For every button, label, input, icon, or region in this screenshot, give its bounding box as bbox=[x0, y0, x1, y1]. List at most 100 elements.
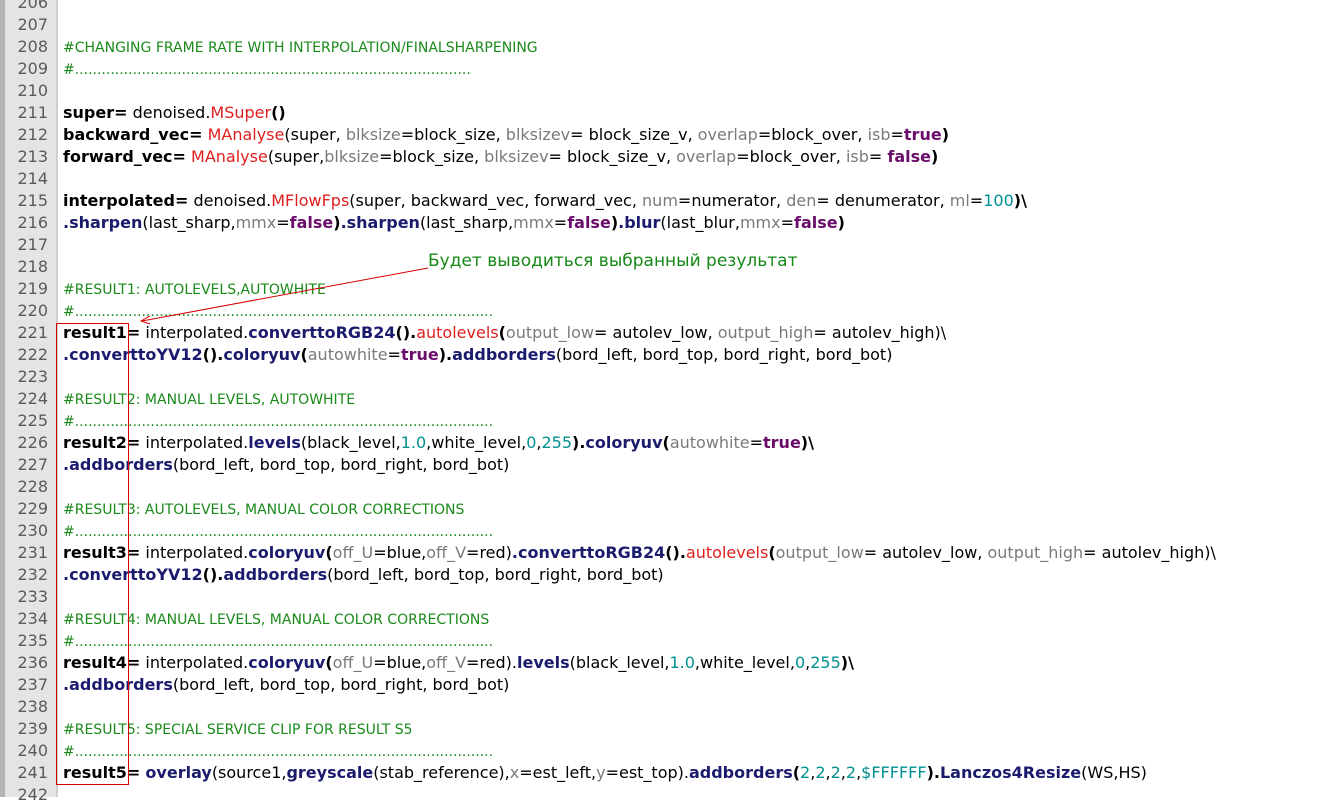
code-line[interactable]: 233 bbox=[0, 586, 1335, 608]
code-token: off_V bbox=[426, 543, 467, 562]
code-line[interactable]: 232 .converttoYV12().addborders(bord_left… bbox=[0, 564, 1335, 586]
code-line[interactable]: 237 .addborders(bord_left, bord_top, bord… bbox=[0, 674, 1335, 696]
code-token: isb bbox=[845, 147, 869, 166]
code-token: = bbox=[890, 125, 904, 144]
line-number: 230 bbox=[17, 521, 48, 540]
code-line[interactable]: 238 bbox=[0, 696, 1335, 718]
code-line[interactable]: 236 result4= interpolated.coloryuv(off_U=… bbox=[0, 652, 1335, 674]
code-token: addborders bbox=[223, 565, 328, 584]
code-token: mmx bbox=[235, 213, 277, 232]
code-line[interactable]: 231 result3= interpolated.coloryuv(off_U=… bbox=[0, 542, 1335, 564]
code-token: 1.0 bbox=[400, 433, 427, 452]
code-token: = denumerator, bbox=[816, 191, 950, 210]
code-line[interactable]: 207 bbox=[0, 14, 1335, 36]
code-token: )\ bbox=[800, 433, 814, 452]
line-number: 208 bbox=[17, 37, 48, 56]
line-number: 228 bbox=[17, 477, 48, 496]
code-line[interactable]: 214 bbox=[0, 168, 1335, 190]
code-text: super= denoised.MSuper() bbox=[63, 102, 286, 124]
code-token: greyscale bbox=[286, 763, 374, 782]
code-line[interactable]: 215 interpolated= denoised.MFlowFps(super… bbox=[0, 190, 1335, 212]
code-token: interpolated= bbox=[63, 191, 189, 210]
code-line[interactable]: 225 #....................................… bbox=[0, 410, 1335, 432]
code-token: (super, bbox=[284, 125, 346, 144]
code-token: Lanczos4Resize bbox=[939, 763, 1082, 782]
code-line[interactable]: 224 #RESULT2: MANUAL LEVELS, AUTOWHITE bbox=[0, 388, 1335, 410]
code-token: interpolated. bbox=[140, 653, 249, 672]
code-token: ). bbox=[438, 345, 453, 364]
code-token: backward_vec= bbox=[63, 125, 203, 144]
code-token: =est_top). bbox=[605, 763, 689, 782]
code-line[interactable]: 226 result2= interpolated.levels(black_le… bbox=[0, 432, 1335, 454]
code-token: autowhite bbox=[669, 433, 750, 452]
code-line[interactable]: 219 #RESULT1: AUTOLEVELS,AUTOWHITE bbox=[0, 278, 1335, 300]
code-text: result1= interpolated.converttoRGB24().a… bbox=[63, 322, 946, 344]
code-line[interactable]: 234 #RESULT4: MANUAL LEVELS, MANUAL COLOR… bbox=[0, 608, 1335, 630]
code-token: = autolev_high)\ bbox=[1083, 543, 1216, 562]
code-token: ). bbox=[572, 433, 586, 452]
code-token: (super, bbox=[267, 147, 325, 166]
code-token: ,white_level, bbox=[694, 653, 795, 672]
code-token: output_low bbox=[775, 543, 864, 562]
code-token: = block_size_v, bbox=[548, 147, 677, 166]
code-comment: #CHANGING FRAME RATE WITH INTERPOLATION/… bbox=[63, 40, 538, 56]
code-text: #RESULT3: AUTOLEVELS, MANUAL COLOR CORRE… bbox=[63, 498, 464, 521]
code-token: = bbox=[553, 213, 568, 232]
code-token: coloryuv bbox=[223, 345, 301, 364]
code-text: .addborders(bord_left, bord_top, bord_ri… bbox=[63, 454, 509, 476]
code-line[interactable]: 229 #RESULT3: AUTOLEVELS, MANUAL COLOR CO… bbox=[0, 498, 1335, 520]
line-number: 235 bbox=[17, 631, 48, 650]
code-line[interactable]: 206 bbox=[0, 0, 1335, 14]
code-line[interactable]: 222 .converttoYV12().coloryuv(autowhite=t… bbox=[0, 344, 1335, 366]
code-token: interpolated. bbox=[140, 323, 249, 342]
line-number: 231 bbox=[17, 543, 48, 562]
line-number: 220 bbox=[17, 301, 48, 320]
code-token: 2 bbox=[845, 763, 857, 782]
code-token: .blur bbox=[618, 213, 661, 232]
code-token: den bbox=[786, 191, 817, 210]
code-line[interactable]: 241 result5= overlay(source1,greyscale(st… bbox=[0, 762, 1335, 784]
code-token: MFlowFps bbox=[271, 191, 350, 210]
code-line[interactable]: 211 super= denoised.MSuper() bbox=[0, 102, 1335, 124]
code-token: ( bbox=[792, 763, 801, 782]
code-token: (source1, bbox=[211, 763, 287, 782]
code-line[interactable]: 235 #....................................… bbox=[0, 630, 1335, 652]
code-token: mmx bbox=[513, 213, 554, 232]
code-editor[interactable]: 206 207 208 #CHANGING FRAME RATE WITH INTER… bbox=[0, 0, 1335, 806]
code-token: )\ bbox=[1013, 191, 1027, 210]
code-text: #.......................................… bbox=[63, 410, 493, 433]
code-token: =est_left, bbox=[519, 763, 597, 782]
code-line[interactable]: 209 #....................................… bbox=[0, 58, 1335, 80]
code-token: .converttoYV12 bbox=[63, 565, 203, 584]
code-line[interactable]: 227 .addborders(bord_left, bord_top, bord… bbox=[0, 454, 1335, 476]
code-token: ) bbox=[941, 125, 949, 144]
code-line[interactable]: 240 #....................................… bbox=[0, 740, 1335, 762]
code-line[interactable]: 239 #RESULT5: SPECIAL SERVICE CLIP FOR RE… bbox=[0, 718, 1335, 740]
code-line[interactable]: 213 forward_vec= MAnalyse(super,blksize=b… bbox=[0, 146, 1335, 168]
code-line[interactable]: 220 #....................................… bbox=[0, 300, 1335, 322]
code-token: off_V bbox=[426, 653, 467, 672]
code-line[interactable]: 221 result1= interpolated.converttoRGB24(… bbox=[0, 322, 1335, 344]
code-line[interactable]: 242 bbox=[0, 784, 1335, 806]
code-line[interactable]: 212 backward_vec= MAnalyse(super, blksize… bbox=[0, 124, 1335, 146]
code-token: blksizev bbox=[484, 147, 549, 166]
code-token: =block_size, bbox=[379, 147, 485, 166]
code-token: MSuper bbox=[210, 103, 272, 122]
code-line[interactable]: 216 .sharpen(last_sharp,mmx=false).sharpe… bbox=[0, 212, 1335, 234]
code-text: #.......................................… bbox=[63, 630, 493, 653]
code-line[interactable]: 208 #CHANGING FRAME RATE WITH INTERPOLATI… bbox=[0, 36, 1335, 58]
code-token: true bbox=[400, 345, 439, 364]
code-token: =block_over, bbox=[757, 125, 868, 144]
code-token: = bbox=[749, 433, 764, 452]
code-token: ) bbox=[333, 213, 341, 232]
code-line[interactable]: 230 #....................................… bbox=[0, 520, 1335, 542]
line-number: 226 bbox=[17, 433, 48, 452]
code-token: autolevels bbox=[416, 323, 499, 342]
code-token: MAnalyse bbox=[207, 125, 285, 144]
code-line[interactable]: 228 bbox=[0, 476, 1335, 498]
code-line[interactable]: 223 bbox=[0, 366, 1335, 388]
code-line[interactable]: 210 bbox=[0, 80, 1335, 102]
line-number: 233 bbox=[17, 587, 48, 606]
code-token: false bbox=[793, 213, 838, 232]
code-token: levels bbox=[517, 653, 570, 672]
